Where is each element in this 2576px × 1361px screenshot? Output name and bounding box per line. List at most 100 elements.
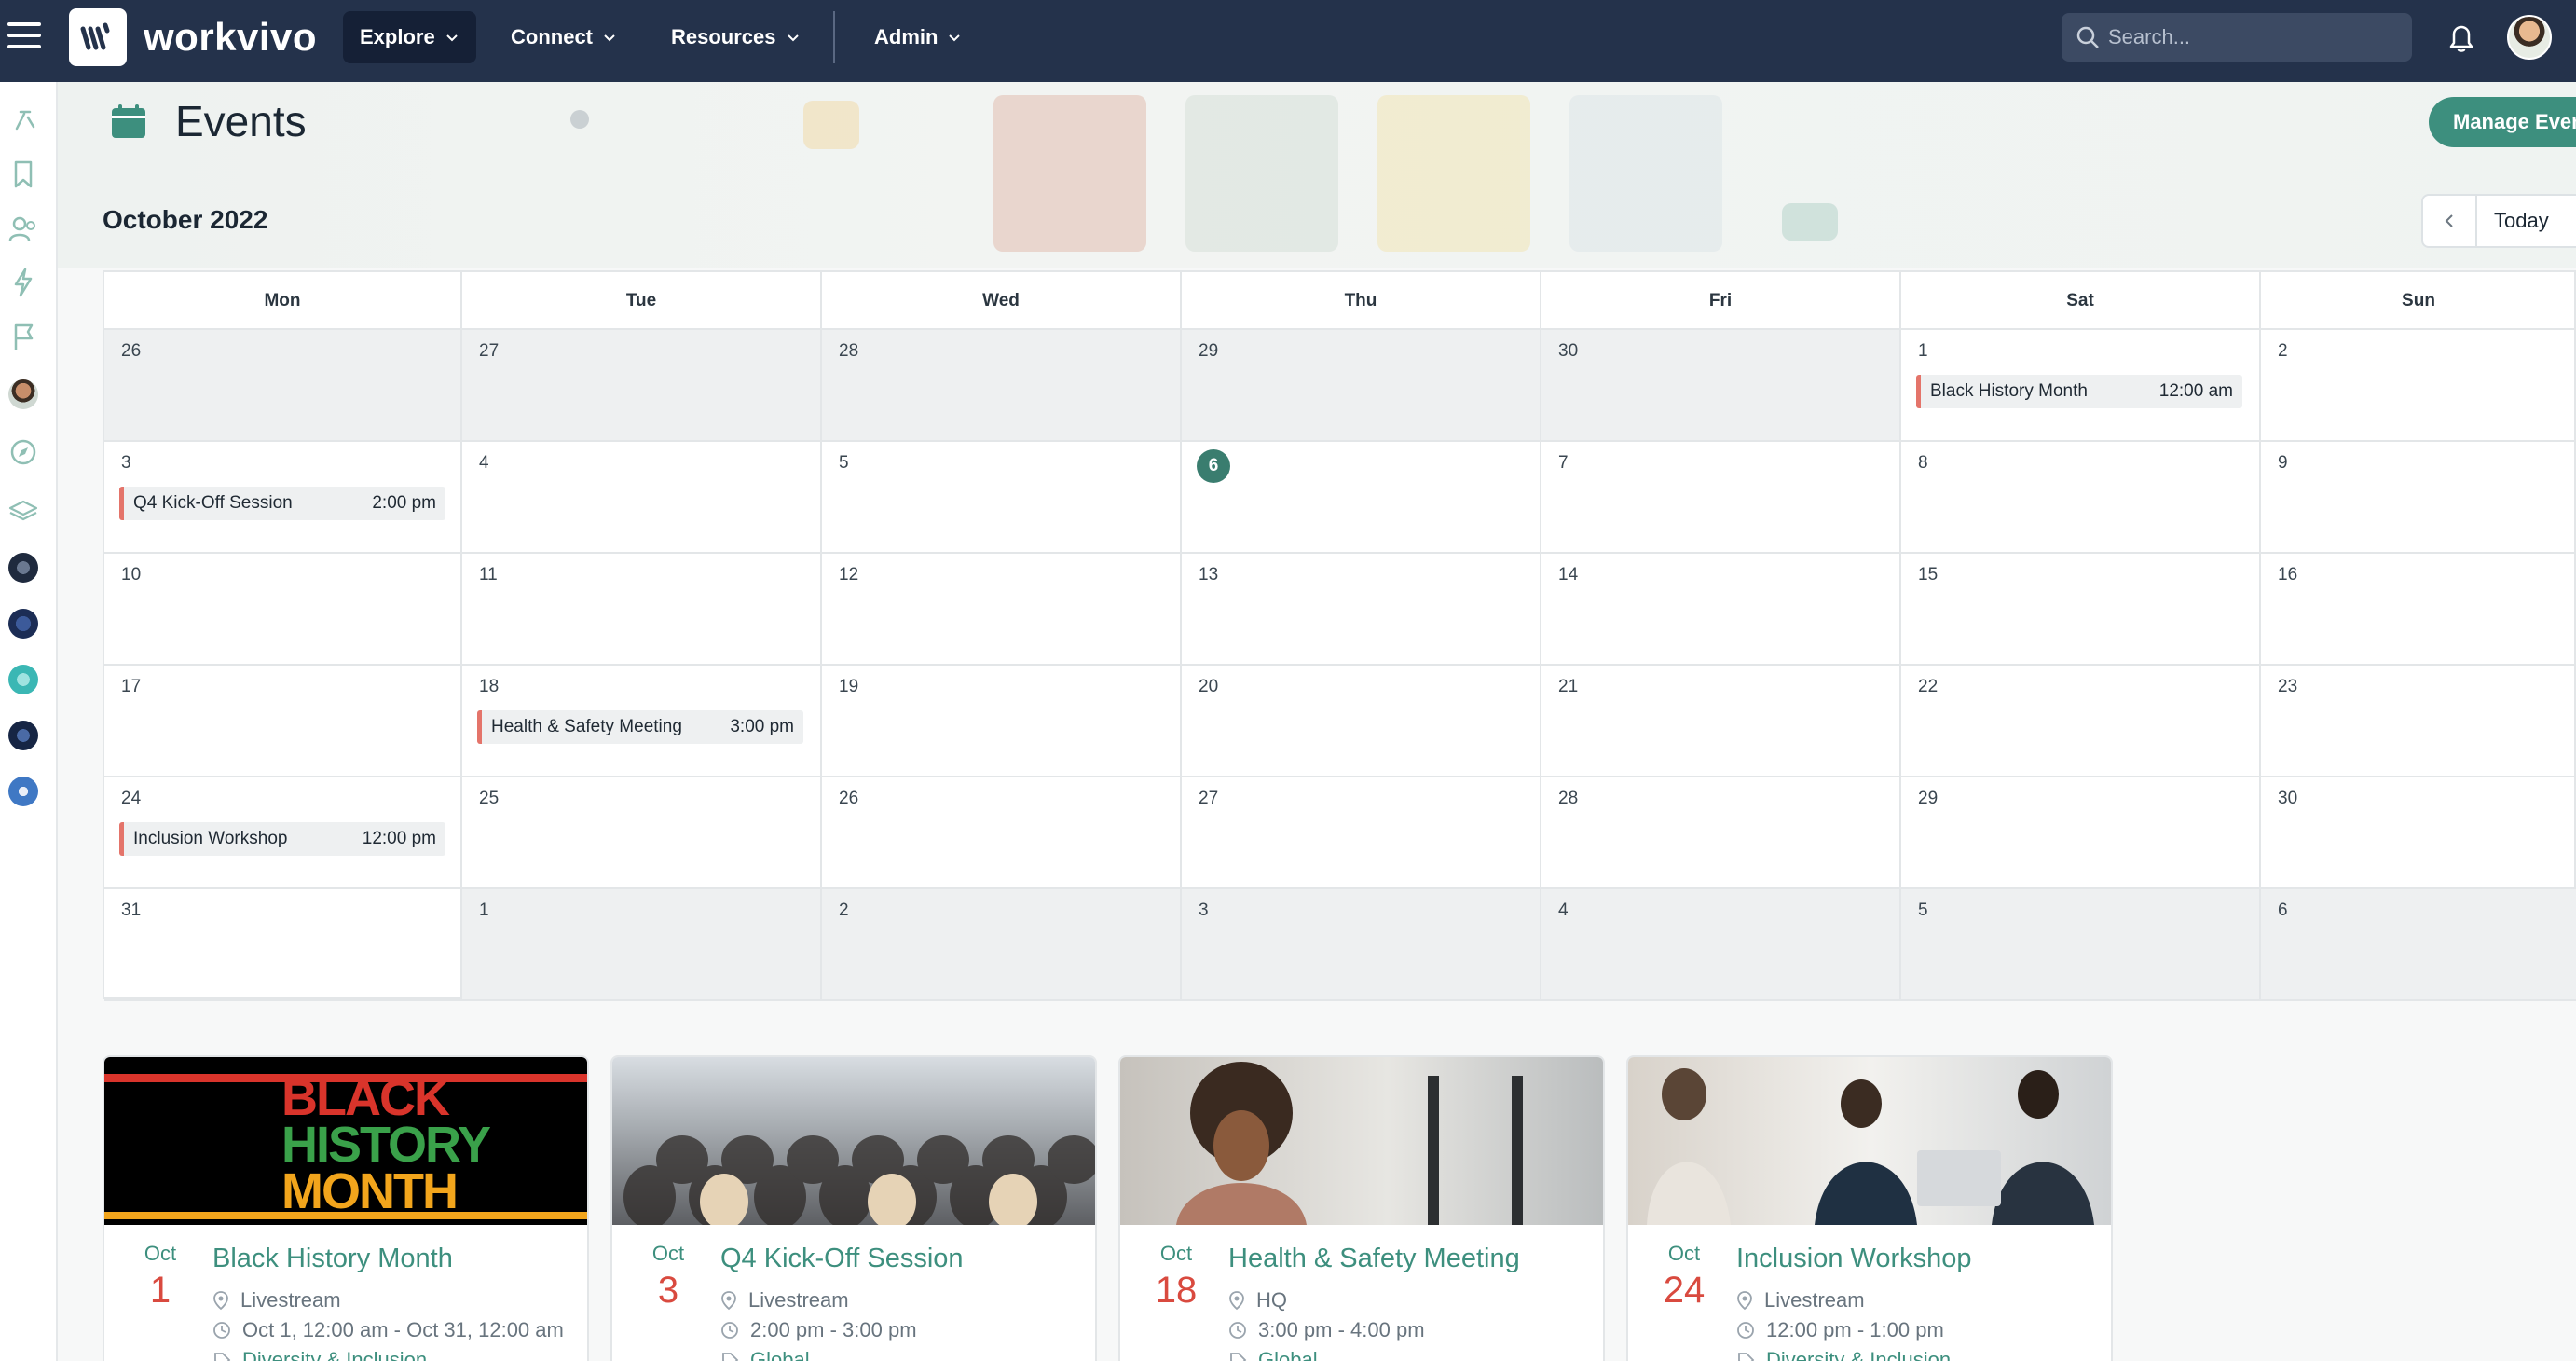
calendar-day-cell[interactable]: 23: [2261, 666, 2576, 777]
space-icon[interactable]: [6, 718, 41, 753]
event-time: 2:00 pm - 3:00 pm: [720, 1318, 917, 1342]
calendar-day-cell[interactable]: 16: [2261, 554, 2576, 666]
calendar-event[interactable]: Q4 Kick-Off Session 2:00 pm: [119, 487, 445, 520]
calendar-day-cell[interactable]: 26: [822, 777, 1182, 889]
calendar-day-cell[interactable]: 15: [1901, 554, 2261, 666]
day-number: 28: [1558, 789, 1579, 808]
nav-admin[interactable]: Admin: [857, 11, 979, 63]
calendar-day-cell[interactable]: 3 Q4 Kick-Off Session 2:00 pm: [104, 442, 462, 554]
calendar-day-cell[interactable]: 19: [822, 666, 1182, 777]
poster-line-2: HISTORY: [281, 1117, 491, 1173]
flag-icon[interactable]: [6, 319, 41, 354]
user-avatar[interactable]: [2507, 15, 2552, 60]
event-card-title[interactable]: Health & Safety Meeting: [1228, 1244, 1520, 1274]
calendar-day-cell[interactable]: 26: [104, 330, 462, 442]
calendar-day-cell[interactable]: 4: [462, 442, 822, 554]
event-card-title[interactable]: Q4 Kick-Off Session: [720, 1244, 964, 1274]
banner-photo: [1569, 95, 1722, 252]
today-button[interactable]: Today: [2477, 209, 2549, 233]
notifications-bell-icon[interactable]: [2442, 19, 2481, 58]
manage-events-button[interactable]: Manage Even: [2429, 97, 2576, 147]
event-card[interactable]: Oct 3 Q4 Kick-Off Session Livestream 2:00 pm…: [610, 1055, 1097, 1361]
menu-icon[interactable]: [7, 22, 41, 56]
event-card[interactable]: Oct 18 Health & Safety Meeting HQ 3:00 pm - …: [1118, 1055, 1605, 1361]
calendar-day-cell[interactable]: 1 Black History Month 12:00 am: [1901, 330, 2261, 442]
space-icon[interactable]: [6, 662, 41, 697]
event-card[interactable]: BLACK HISTORY MONTH Oct 1 Black History Month…: [103, 1055, 589, 1361]
calendar-day-cell[interactable]: 13: [1182, 554, 1541, 666]
bookmark-icon[interactable]: [6, 157, 41, 192]
calendar-day-cell[interactable]: 6: [1182, 442, 1541, 554]
event-date: Oct 18: [1146, 1242, 1206, 1312]
compass-icon[interactable]: [6, 434, 41, 470]
space-icon[interactable]: [6, 606, 41, 641]
calendar-day-cell[interactable]: 21: [1541, 666, 1901, 777]
day-number: 28: [839, 341, 859, 361]
bolt-icon[interactable]: [6, 265, 41, 300]
calendar-day-cell[interactable]: 31: [104, 889, 462, 1001]
event-tag[interactable]: Diversity & Inclusion: [1736, 1348, 1951, 1361]
sparkle-icon[interactable]: [6, 103, 41, 138]
calendar-day-cell[interactable]: 27: [1182, 777, 1541, 889]
calendar-day-cell[interactable]: 10: [104, 554, 462, 666]
avatar-icon[interactable]: [6, 377, 41, 412]
calendar-day-cell[interactable]: 24 Inclusion Workshop 12:00 pm: [104, 777, 462, 889]
calendar-event[interactable]: Inclusion Workshop 12:00 pm: [119, 822, 445, 856]
nav-connect[interactable]: Connect: [494, 11, 634, 63]
event-tag[interactable]: Global: [720, 1348, 810, 1361]
calendar-day-cell[interactable]: 18 Health & Safety Meeting 3:00 pm: [462, 666, 822, 777]
event-card-title[interactable]: Inclusion Workshop: [1736, 1244, 1972, 1274]
space-icon[interactable]: [6, 774, 41, 809]
calendar-day-cell[interactable]: 20: [1182, 666, 1541, 777]
calendar-day-cell[interactable]: 29: [1901, 777, 2261, 889]
tag-icon: [722, 1353, 739, 1361]
calendar-event-time: 2:00 pm: [372, 493, 436, 513]
calendar-day-cell[interactable]: 8: [1901, 442, 2261, 554]
calendar-day-cell[interactable]: 27: [462, 330, 822, 442]
calendar-day-cell[interactable]: 5: [822, 442, 1182, 554]
calendar-day-cell[interactable]: 29: [1182, 330, 1541, 442]
calendar-day-cell[interactable]: 14: [1541, 554, 1901, 666]
space-icon[interactable]: [6, 550, 41, 585]
calendar-event-title: Health & Safety Meeting: [491, 717, 682, 736]
event-time-text: 2:00 pm - 3:00 pm: [750, 1318, 917, 1341]
calendar-day-cell[interactable]: 5: [1901, 889, 2261, 1001]
calendar-day-cell[interactable]: 30: [2261, 777, 2576, 889]
day-number: 26: [839, 789, 859, 808]
calendar-day-cell[interactable]: 2: [2261, 330, 2576, 442]
calendar-day-cell[interactable]: 4: [1541, 889, 1901, 1001]
event-card[interactable]: Oct 24 Inclusion Workshop Livestream 12:00 p…: [1626, 1055, 2113, 1361]
nav-explore[interactable]: Explore: [343, 11, 476, 63]
event-tag[interactable]: Global: [1228, 1348, 1318, 1361]
event-tag-text: Diversity & Inclusion: [242, 1348, 428, 1361]
calendar-day-cell[interactable]: 1: [462, 889, 822, 1001]
calendar-day-cell[interactable]: 2: [822, 889, 1182, 1001]
calendar-day-cell[interactable]: 17: [104, 666, 462, 777]
calendar-day-cell[interactable]: 30: [1541, 330, 1901, 442]
calendar-day-cell[interactable]: 25: [462, 777, 822, 889]
calendar-day-cell[interactable]: 11: [462, 554, 822, 666]
layers-icon[interactable]: [6, 494, 41, 529]
calendar-day-cell[interactable]: 28: [1541, 777, 1901, 889]
search-box[interactable]: [2062, 13, 2412, 62]
event-tag[interactable]: Diversity & Inclusion: [212, 1348, 427, 1361]
calendar-day-cell[interactable]: 12: [822, 554, 1182, 666]
brand-logo[interactable]: workvivo: [69, 7, 317, 67]
event-card-title[interactable]: Black History Month: [212, 1244, 453, 1274]
weekday-fri: Fri: [1541, 272, 1901, 330]
clock-icon: [213, 1322, 230, 1339]
previous-month-button[interactable]: [2423, 196, 2477, 246]
calendar-event[interactable]: Black History Month 12:00 am: [1916, 375, 2242, 408]
people-icon[interactable]: [6, 211, 41, 246]
calendar-day-cell[interactable]: 22: [1901, 666, 2261, 777]
calendar-day-cell[interactable]: 28: [822, 330, 1182, 442]
calendar-day-cell[interactable]: 9: [2261, 442, 2576, 554]
calendar-day-cell[interactable]: 3: [1182, 889, 1541, 1001]
calendar-day-cell[interactable]: 6: [2261, 889, 2576, 1001]
calendar-event[interactable]: Health & Safety Meeting 3:00 pm: [477, 710, 803, 744]
day-number: 15: [1918, 565, 1939, 584]
calendar-day-cell[interactable]: 7: [1541, 442, 1901, 554]
search-input[interactable]: [2108, 25, 2388, 49]
day-number: 1: [1918, 341, 1928, 361]
nav-resources[interactable]: Resources: [654, 11, 817, 63]
